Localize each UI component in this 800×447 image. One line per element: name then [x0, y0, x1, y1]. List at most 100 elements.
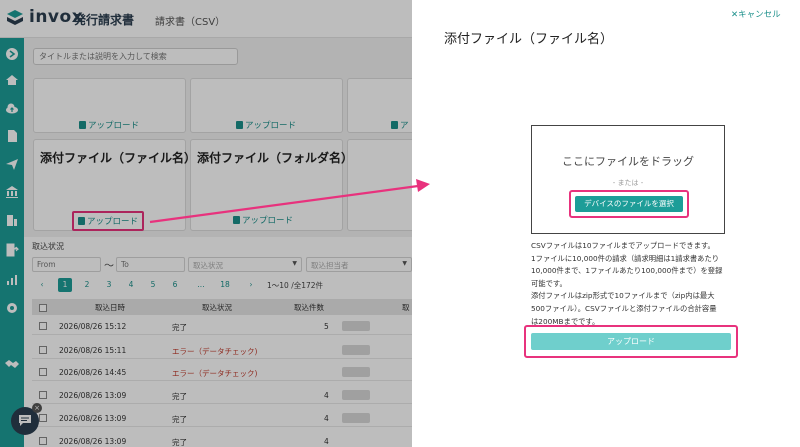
document-icon[interactable]: [4, 128, 20, 144]
upload-drawer: ✕キャンセル 添付ファイル（ファイル名） ここにファイルをドラッグ - または …: [412, 0, 800, 447]
row-checkbox[interactable]: [39, 391, 47, 399]
person-select[interactable]: 取込担当者 ▼: [306, 257, 412, 272]
upload-link-label: アップロード: [87, 217, 139, 227]
upload-info: CSVファイルは10ファイルまでアップロードできます。 1ファイルに10,000…: [531, 240, 741, 328]
chart-icon[interactable]: [4, 272, 20, 288]
pagination-page[interactable]: 6: [168, 278, 182, 292]
import-date: 2026/08/26 15:12: [59, 322, 127, 331]
sidebar: [0, 38, 24, 447]
highlight-box: アップロード: [524, 325, 738, 358]
logo-subtitle: 発行請求書: [74, 13, 135, 27]
import-date: 2026/08/26 15:11: [59, 346, 127, 355]
attach-filename-card[interactable]: 添付ファイル（ファイル名） アップロード: [33, 139, 196, 231]
section-heading: 取込状況: [32, 242, 64, 251]
pagination-page[interactable]: 4: [124, 278, 138, 292]
upload-link-label: アップロード: [242, 216, 294, 226]
column-header: 取込件数: [294, 303, 324, 312]
export-icon[interactable]: [4, 242, 20, 258]
send-icon[interactable]: [4, 156, 20, 172]
import-status: 完了: [172, 438, 187, 447]
chevron-down-icon: ▼: [292, 260, 297, 267]
row-checkbox[interactable]: [39, 322, 47, 330]
upload-link-label: アップロード: [245, 121, 297, 131]
import-count: 4: [324, 414, 329, 423]
pagination-page[interactable]: 2: [80, 278, 94, 292]
close-icon[interactable]: ×: [32, 403, 42, 413]
select-all-checkbox[interactable]: [39, 304, 47, 312]
import-status: 完了: [172, 392, 187, 401]
table-row[interactable]: 2026/08/26 14:45 エラー（データチェック): [32, 363, 412, 381]
table-row[interactable]: 2026/08/26 15:12 完了 5: [32, 317, 412, 335]
column-header: 取込状況: [202, 303, 232, 312]
import-status-section: 取込状況 〜 取込状況 ▼ 取込担当者 ▼ ‹ 1 2 3 4 5 6 ... …: [24, 237, 412, 447]
pagination-page[interactable]: 5: [146, 278, 160, 292]
page-title: 請求書（CSV）: [155, 17, 226, 28]
date-to-input[interactable]: [116, 257, 185, 272]
pagination-info: 1〜10 /全172件: [267, 281, 324, 290]
row-checkbox[interactable]: [39, 437, 47, 445]
date-from-input[interactable]: [32, 257, 101, 272]
handshake-icon[interactable]: [4, 356, 20, 372]
pagination-page[interactable]: 3: [102, 278, 116, 292]
info-line: CSVファイルは10ファイルまでアップロードできます。: [531, 241, 715, 250]
gear-icon[interactable]: [4, 300, 20, 316]
import-count: 4: [324, 391, 329, 400]
main-content: アップロード アップロード ア 添付ファイル（ファイル名） アップロード 添付フ…: [24, 38, 412, 447]
file-dropzone[interactable]: ここにファイルをドラッグ - または - デバイスのファイルを選択: [531, 125, 725, 234]
template-card[interactable]: [347, 139, 412, 231]
table-header: 取込日時 取込状況 取込件数 取: [32, 299, 412, 315]
info-line: 添付ファイルはzip形式で10ファイルまで（zip内は最大: [531, 291, 715, 301]
bank-icon[interactable]: [4, 184, 20, 200]
template-card[interactable]: ア: [347, 78, 412, 133]
info-line: 可能です。: [531, 278, 567, 288]
select-file-button[interactable]: デバイスのファイルを選択: [575, 196, 683, 212]
building-icon[interactable]: [4, 212, 20, 228]
row-checkbox[interactable]: [39, 368, 47, 376]
column-header: 取込日時: [95, 303, 125, 312]
import-count: 4: [324, 437, 329, 446]
pagination-page[interactable]: 1: [58, 278, 72, 292]
status-select[interactable]: 取込状況 ▼: [188, 257, 302, 272]
table-row[interactable]: 2026/08/26 13:09 完了 4: [32, 432, 412, 447]
upload-button[interactable]: アップロード: [531, 333, 731, 350]
upload-link-label: アップロード: [88, 121, 140, 131]
info-line: 1ファイルに10,000件の請求（請求明細は1請求書あたり: [531, 253, 720, 263]
row-checkbox[interactable]: [39, 346, 47, 354]
table-row[interactable]: 2026/08/26 13:09 完了 4: [32, 409, 412, 427]
attach-folder-card[interactable]: 添付ファイル（フォルダ名） アップロード: [190, 139, 353, 231]
dropzone-text: ここにファイルをドラッグ: [562, 155, 694, 168]
import-status-error[interactable]: エラー（データチェック): [172, 368, 257, 379]
attach-filename-upload-link[interactable]: アップロード: [72, 211, 145, 231]
template-card[interactable]: アップロード: [33, 78, 186, 133]
row-checkbox[interactable]: [39, 414, 47, 422]
card-title: 添付ファイル（フォルダ名）: [197, 151, 354, 165]
attach-folder-upload-link[interactable]: アップロード: [233, 214, 293, 226]
redacted-cell: [342, 413, 370, 423]
import-status: 完了: [172, 323, 187, 332]
cloud-upload-icon[interactable]: [4, 100, 20, 116]
import-date: 2026/08/26 14:45: [59, 368, 127, 377]
pagination-next[interactable]: ›: [244, 278, 258, 292]
import-status-error[interactable]: エラー（データチェック): [172, 346, 257, 357]
upload-link[interactable]: アップロード: [79, 119, 139, 131]
upload-file-icon: [79, 121, 86, 129]
table-row[interactable]: 2026/08/26 13:09 完了 4: [32, 386, 412, 404]
upload-link[interactable]: ア: [391, 119, 409, 131]
cancel-button[interactable]: ✕キャンセル: [731, 8, 781, 20]
template-card[interactable]: アップロード: [190, 78, 343, 133]
redacted-cell: [342, 345, 370, 355]
pagination-prev[interactable]: ‹: [35, 278, 49, 292]
chevron-down-icon: ▼: [402, 260, 407, 267]
pagination-page[interactable]: 18: [218, 278, 232, 292]
logo-icon: [7, 10, 23, 25]
search-input[interactable]: [33, 48, 238, 65]
table-row[interactable]: 2026/08/26 15:11 エラー（データチェック): [32, 341, 412, 359]
range-separator: 〜: [104, 261, 114, 272]
arrow-right-circle-icon[interactable]: [4, 46, 20, 62]
status-select-placeholder: 取込状況: [193, 261, 223, 270]
redacted-cell: [342, 390, 370, 400]
import-date: 2026/08/26 13:09: [59, 437, 127, 446]
upload-link[interactable]: アップロード: [236, 119, 296, 131]
import-date: 2026/08/26 13:09: [59, 391, 127, 400]
home-icon[interactable]: [4, 72, 20, 88]
